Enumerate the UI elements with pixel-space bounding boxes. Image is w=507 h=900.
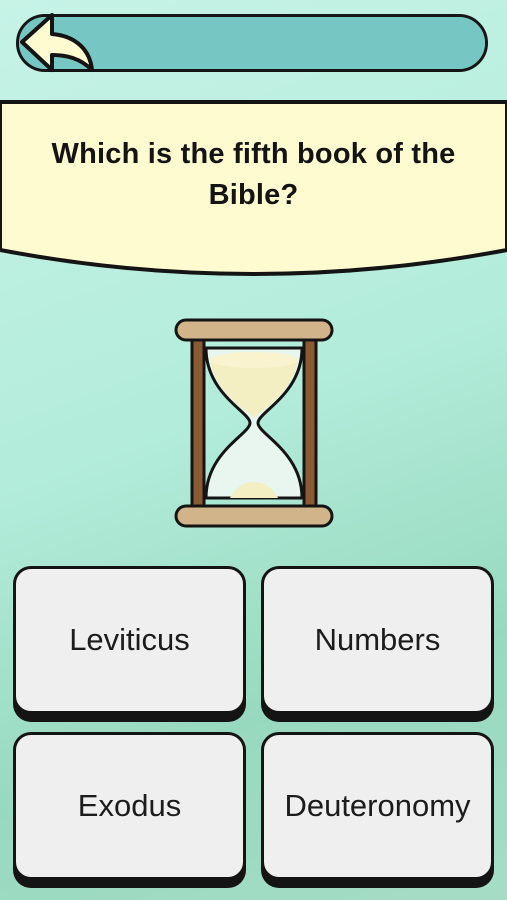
- answer-button-3[interactable]: Exodus: [13, 732, 246, 880]
- back-button[interactable]: [14, 8, 98, 82]
- question-line-2: Bible?: [208, 179, 299, 211]
- back-arrow-icon: [20, 13, 94, 72]
- answer-label: Exodus: [77, 788, 182, 823]
- answer-label: Leviticus: [69, 622, 190, 657]
- answer-label: Numbers: [314, 622, 441, 657]
- answer-button-4[interactable]: Deuteronomy: [261, 732, 494, 880]
- question-line-1: Which is the fifth book of the: [51, 138, 456, 170]
- answer-button-1[interactable]: Leviticus: [13, 566, 246, 714]
- answer-button-2[interactable]: Numbers: [261, 566, 494, 714]
- question-text: Which is the fifth book of the Bible?: [0, 134, 507, 216]
- answer-label: Deuteronomy: [284, 788, 471, 823]
- hourglass-icon: [174, 318, 334, 528]
